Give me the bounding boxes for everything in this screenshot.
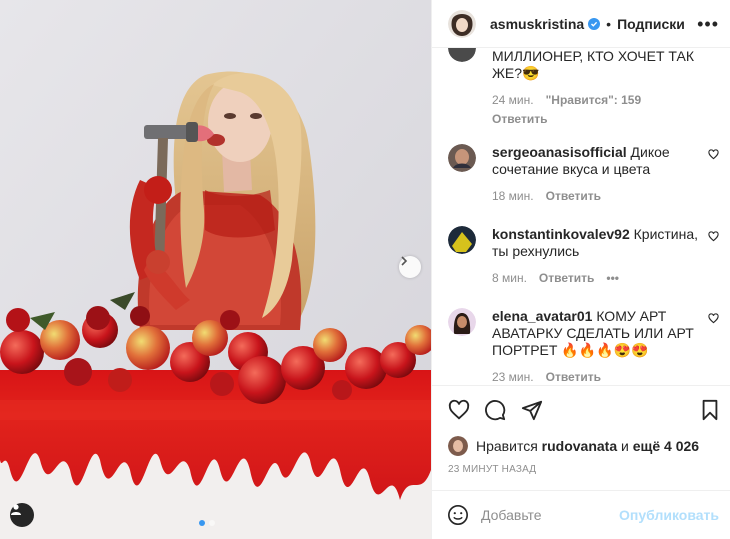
- comment-meta: 8 мин. Ответить •••: [492, 270, 702, 287]
- avatar: [448, 436, 468, 456]
- comment-more-icon[interactable]: •••: [606, 270, 619, 287]
- bookmark-icon[interactable]: [700, 399, 720, 421]
- comment-body: elena_avatar01 КОМУ АРТ АВАТАРКУ СДЕЛАТЬ…: [492, 308, 702, 385]
- comment-username[interactable]: konstantinkovalev92: [492, 226, 630, 242]
- comment-meta-2: Ответить: [492, 111, 702, 128]
- comment-body: МИЛЛИОНЕР, КТО ХОЧЕТ ТАК ЖЕ?😎 24 мин. "Н…: [492, 48, 702, 128]
- comment-meta: 23 мин. Ответить: [492, 369, 702, 385]
- carousel-next-button[interactable]: [399, 256, 421, 278]
- heart-icon[interactable]: [708, 149, 719, 160]
- post-author-username[interactable]: asmuskristina: [490, 16, 584, 32]
- post-header: asmuskristina • Подписки •••: [432, 0, 730, 48]
- more-options-icon[interactable]: •••: [697, 14, 719, 35]
- post-photo[interactable]: [0, 0, 431, 539]
- comments-list[interactable]: МИЛЛИОНЕР, КТО ХОЧЕТ ТАК ЖЕ?😎 24 мин. "Н…: [432, 48, 730, 385]
- comment-username[interactable]: sergeoanasisofficial: [492, 144, 627, 160]
- reply-button[interactable]: Ответить: [546, 369, 601, 385]
- comment-meta: 24 мин. "Нравится": 159: [492, 92, 702, 109]
- likes-others[interactable]: ещё 4 026: [633, 438, 699, 454]
- emoji-icon[interactable]: [447, 504, 469, 526]
- carousel-dot-1: [199, 520, 205, 526]
- comment-icon[interactable]: [484, 399, 506, 421]
- comment-text-cont: ЖЕ?😎: [492, 65, 540, 81]
- paper-plane-icon[interactable]: [521, 399, 543, 421]
- avatar[interactable]: [448, 144, 476, 172]
- comment-input[interactable]: [481, 507, 621, 523]
- verified-badge-icon: [588, 17, 601, 30]
- comment-likes[interactable]: "Нравится": 159: [546, 92, 642, 109]
- heart-icon[interactable]: [708, 313, 719, 324]
- comment-body: konstantinkovalev92 Кристина, ты рехнули…: [492, 226, 702, 287]
- post-timestamp[interactable]: 23 МИНУТ НАЗАД: [448, 464, 536, 475]
- reply-button[interactable]: Ответить: [492, 111, 547, 128]
- comment-composer: Опубликовать: [432, 490, 730, 539]
- post-side-panel: asmuskristina • Подписки ••• МИЛЛИОНЕР, …: [431, 0, 730, 539]
- comment-username[interactable]: elena_avatar01: [492, 308, 592, 324]
- avatar[interactable]: [448, 226, 476, 254]
- comment-body: sergeoanasisofficial Дикое сочетание вку…: [492, 144, 702, 205]
- likes-conj: и: [621, 438, 629, 454]
- following-button[interactable]: Подписки: [617, 16, 685, 32]
- likes-prefix: Нравится: [476, 438, 538, 454]
- reply-button[interactable]: Ответить: [539, 270, 594, 287]
- likes-summary[interactable]: Нравится rudovanata и ещё 4 026: [448, 436, 699, 456]
- header-separator: •: [606, 15, 612, 32]
- avatar[interactable]: [448, 308, 476, 336]
- user-tag-button[interactable]: [10, 503, 34, 527]
- heart-icon[interactable]: [708, 231, 719, 242]
- carousel-dots: [199, 520, 215, 526]
- publish-button[interactable]: Опубликовать: [619, 507, 719, 523]
- comment-time: 8 мин.: [492, 271, 527, 285]
- avatar[interactable]: [448, 48, 476, 62]
- avatar[interactable]: [448, 9, 476, 38]
- instagram-post-view: asmuskristina • Подписки ••• МИЛЛИОНЕР, …: [0, 0, 730, 539]
- chevron-right-icon: [401, 256, 408, 266]
- heart-icon[interactable]: [448, 399, 470, 421]
- comment-time: 24 мин.: [492, 93, 534, 107]
- comment-time: 18 мин.: [492, 189, 534, 203]
- post-image: [0, 0, 431, 539]
- user-tag-icon: [11, 504, 21, 515]
- likes-user[interactable]: rudovanata: [542, 438, 617, 454]
- reply-button[interactable]: Ответить: [546, 188, 601, 205]
- carousel-dot-2: [209, 520, 215, 526]
- comment-text: МИЛЛИОНЕР, КТО ХОЧЕТ ТАК: [492, 48, 694, 64]
- comment-time: 23 мин.: [492, 370, 534, 384]
- post-actions-bar: [432, 385, 730, 435]
- comment-meta: 18 мин. Ответить: [492, 188, 702, 205]
